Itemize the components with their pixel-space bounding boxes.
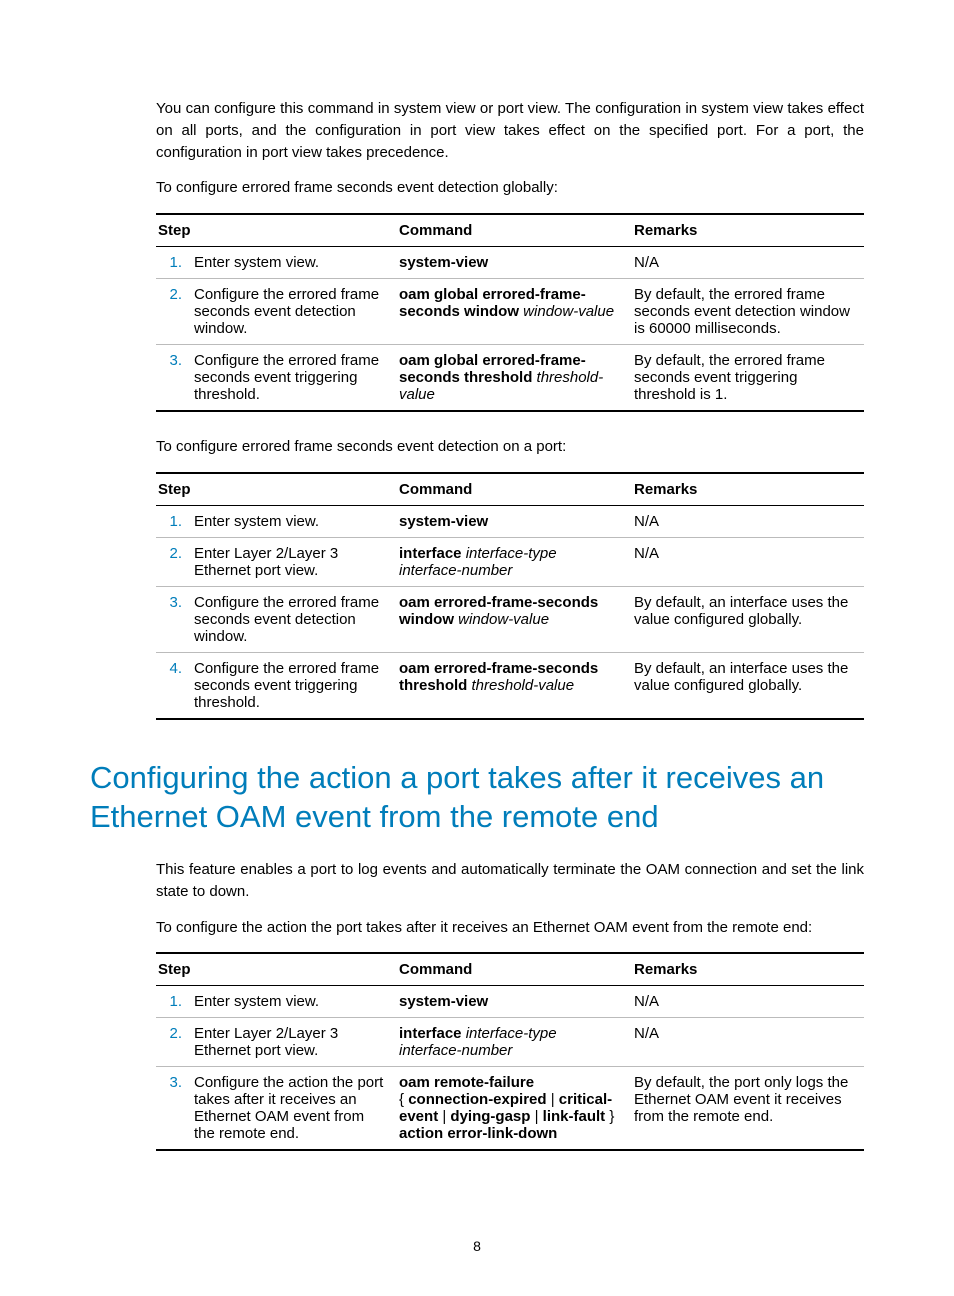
table-row: 2. Enter Layer 2/Layer 3 Ethernet port v… (156, 1018, 864, 1067)
step-command: system-view (397, 247, 632, 279)
step-number: 3. (156, 345, 192, 412)
th-remarks: Remarks (632, 953, 864, 986)
th-step: Step (156, 953, 397, 986)
step-remarks: N/A (632, 986, 864, 1018)
step-number: 3. (156, 586, 192, 652)
th-step: Step (156, 214, 397, 247)
th-step: Step (156, 473, 397, 506)
section-intro: This feature enables a port to log event… (90, 859, 864, 903)
table-row: 3. Configure the action the port takes a… (156, 1067, 864, 1151)
step-text: Enter system view. (192, 505, 397, 537)
table-row: 1. Enter system view. system-view N/A (156, 247, 864, 279)
step-text: Enter Layer 2/Layer 3 Ethernet port view… (192, 537, 397, 586)
step-command: oam errored-frame-seconds window window-… (397, 586, 632, 652)
lead-in-action: To configure the action the port takes a… (90, 917, 864, 939)
table-global: Step Command Remarks 1. Enter system vie… (156, 213, 864, 412)
step-text: Enter system view. (192, 986, 397, 1018)
step-number: 1. (156, 986, 192, 1018)
th-command: Command (397, 953, 632, 986)
table-port: Step Command Remarks 1. Enter system vie… (156, 472, 864, 720)
step-command: oam errored-frame-seconds threshold thre… (397, 652, 632, 719)
th-command: Command (397, 214, 632, 247)
step-number: 4. (156, 652, 192, 719)
step-text: Configure the errored frame seconds even… (192, 345, 397, 412)
table-row: 1. Enter system view. system-view N/A (156, 505, 864, 537)
table-action: Step Command Remarks 1. Enter system vie… (156, 952, 864, 1151)
step-remarks: By default, the port only logs the Ether… (632, 1067, 864, 1151)
table-row: 4. Configure the errored frame seconds e… (156, 652, 864, 719)
step-remarks: By default, the errored frame seconds ev… (632, 345, 864, 412)
th-remarks: Remarks (632, 473, 864, 506)
step-command: system-view (397, 505, 632, 537)
step-remarks: By default, an interface uses the value … (632, 586, 864, 652)
step-command: interface interface-type interface-numbe… (397, 537, 632, 586)
table-row: 3. Configure the errored frame seconds e… (156, 345, 864, 412)
lead-in-port: To configure errored frame seconds event… (90, 436, 864, 458)
table-row: 2. Configure the errored frame seconds e… (156, 279, 864, 345)
step-text: Configure the errored frame seconds even… (192, 652, 397, 719)
step-number: 1. (156, 247, 192, 279)
step-text: Configure the errored frame seconds even… (192, 279, 397, 345)
step-number: 2. (156, 537, 192, 586)
step-remarks: N/A (632, 537, 864, 586)
step-text: Enter system view. (192, 247, 397, 279)
table-row: 3. Configure the errored frame seconds e… (156, 586, 864, 652)
intro-paragraph: You can configure this command in system… (90, 98, 864, 163)
step-remarks: N/A (632, 1018, 864, 1067)
section-heading: Configuring the action a port takes afte… (90, 758, 864, 837)
step-number: 2. (156, 1018, 192, 1067)
step-number: 3. (156, 1067, 192, 1151)
step-command: oam global errored-frame-seconds window … (397, 279, 632, 345)
step-remarks: By default, the errored frame seconds ev… (632, 279, 864, 345)
step-text: Enter Layer 2/Layer 3 Ethernet port view… (192, 1018, 397, 1067)
step-text: Configure the action the port takes afte… (192, 1067, 397, 1151)
step-remarks: By default, an interface uses the value … (632, 652, 864, 719)
step-command: oam global errored-frame-seconds thresho… (397, 345, 632, 412)
th-command: Command (397, 473, 632, 506)
page-number: 8 (0, 1238, 954, 1254)
lead-in-global: To configure errored frame seconds event… (90, 177, 864, 199)
step-number: 1. (156, 505, 192, 537)
th-remarks: Remarks (632, 214, 864, 247)
step-command: oam remote-failure { connection-expired … (397, 1067, 632, 1151)
table-row: 1. Enter system view. system-view N/A (156, 986, 864, 1018)
step-remarks: N/A (632, 505, 864, 537)
step-remarks: N/A (632, 247, 864, 279)
table-row: 2. Enter Layer 2/Layer 3 Ethernet port v… (156, 537, 864, 586)
step-command: interface interface-type interface-numbe… (397, 1018, 632, 1067)
step-number: 2. (156, 279, 192, 345)
step-command: system-view (397, 986, 632, 1018)
step-text: Configure the errored frame seconds even… (192, 586, 397, 652)
